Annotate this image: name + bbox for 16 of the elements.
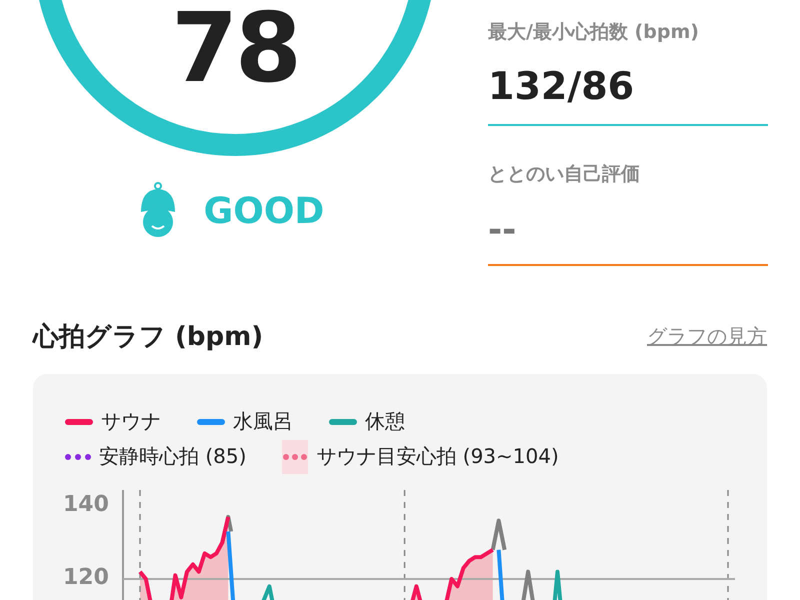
legend-label: サウナ — [101, 408, 161, 435]
y-axis-label: 120 — [63, 565, 109, 590]
help-link[interactable]: グラフの見方 — [647, 322, 767, 350]
y-axis-label: 140 — [63, 492, 109, 517]
score-value: 78 — [171, 0, 299, 96]
stat-value: 132/86 — [488, 63, 636, 110]
shaded-band-icon — [282, 440, 308, 474]
stat-label: ととのい自己評価 — [488, 162, 641, 186]
stat-value: -- — [488, 209, 518, 252]
graph-title: 心拍グラフ (bpm) — [33, 320, 264, 354]
legend-label: サウナ目安心拍 (93~104) — [316, 443, 559, 470]
legend-label: 水風呂 — [233, 408, 293, 435]
rating-label: GOOD — [204, 190, 324, 232]
legend-label: 安静時心拍 (85) — [99, 443, 246, 470]
stat-label: 最大/最小心拍数 (bpm) — [488, 20, 700, 44]
legend-label: 休憩 — [365, 408, 405, 435]
